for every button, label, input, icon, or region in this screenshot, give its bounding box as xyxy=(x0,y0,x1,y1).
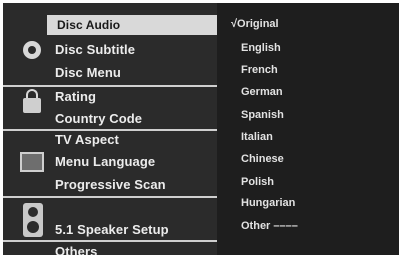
menu-item-menu-language[interactable]: Menu Language xyxy=(55,152,155,172)
menu-item-tv-aspect[interactable]: TV Aspect xyxy=(55,130,119,150)
option-chinese[interactable]: Chinese xyxy=(241,151,284,167)
setup-menu: Disc Audio Disc Subtitle Disc Menu Ratin… xyxy=(3,3,399,255)
menu-item-country-code[interactable]: Country Code xyxy=(55,109,142,129)
menu-item-disc-audio[interactable]: Disc Audio xyxy=(47,15,217,35)
menu-item-disc-subtitle[interactable]: Disc Subtitle xyxy=(55,40,135,60)
option-spanish[interactable]: Spanish xyxy=(241,107,284,123)
option-polish[interactable]: Polish xyxy=(241,174,274,190)
option-french[interactable]: French xyxy=(241,62,278,78)
menu-item-speaker-setup[interactable]: 5.1 Speaker Setup xyxy=(55,220,169,240)
menu-divider xyxy=(3,196,217,198)
option-italian[interactable]: Italian xyxy=(241,129,273,145)
menu-item-progressive-scan[interactable]: Progressive Scan xyxy=(55,175,166,195)
menu-divider xyxy=(3,85,217,87)
speaker-icon xyxy=(23,203,43,237)
menu-item-disc-menu[interactable]: Disc Menu xyxy=(55,63,121,83)
menu-item-rating[interactable]: Rating xyxy=(55,87,96,107)
option-other[interactable]: Other –––– xyxy=(241,218,298,234)
option-german[interactable]: German xyxy=(241,84,283,100)
option-list-panel: √Original English French German Spanish … xyxy=(217,3,399,255)
disc-icon xyxy=(23,41,41,59)
menu-item-others[interactable]: Others xyxy=(55,242,98,255)
option-original[interactable]: √Original xyxy=(231,16,279,32)
menu-category-panel: Disc Audio Disc Subtitle Disc Menu Ratin… xyxy=(3,3,217,255)
option-english[interactable]: English xyxy=(241,40,281,56)
option-hungarian[interactable]: Hungarian xyxy=(241,195,295,211)
lock-icon xyxy=(23,89,41,113)
tv-icon xyxy=(20,152,44,172)
menu-divider xyxy=(3,240,217,242)
